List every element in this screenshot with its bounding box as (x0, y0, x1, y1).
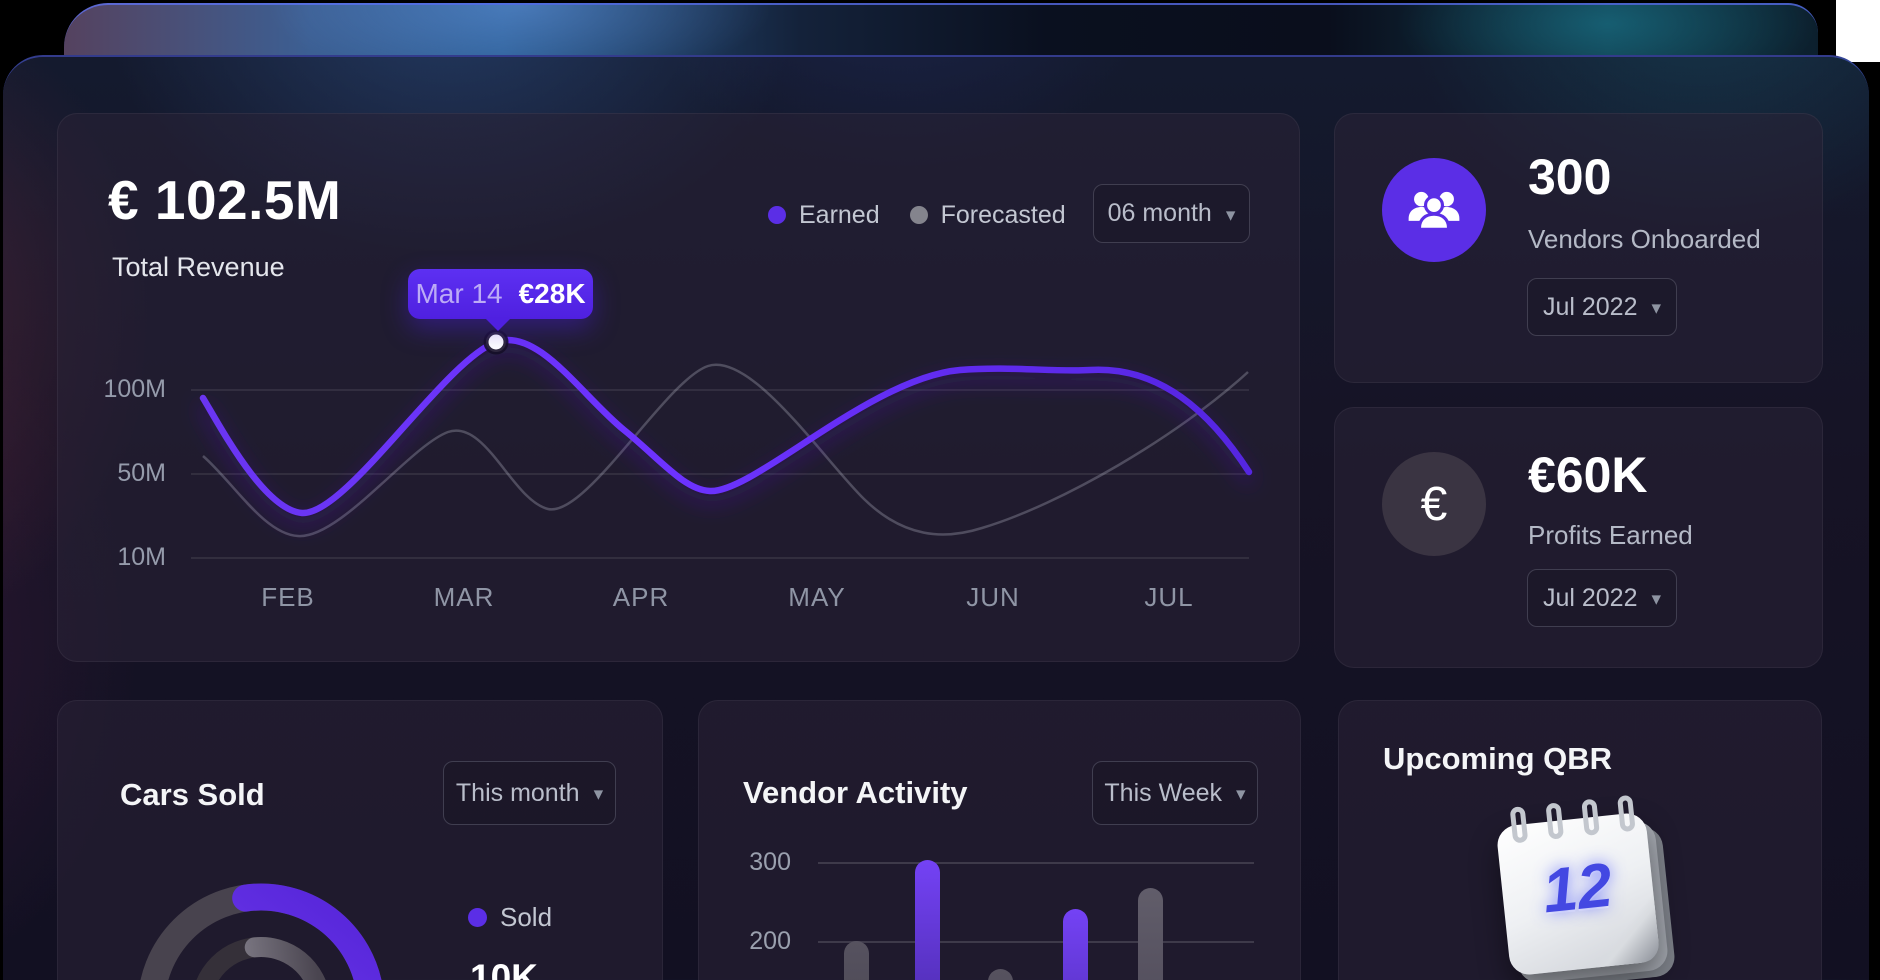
users-icon (1382, 158, 1486, 262)
calendar-spiral-ring-icon (1581, 799, 1600, 836)
vendor-activity-title: Vendor Activity (743, 775, 968, 811)
profits-earned-card: € €60K Profits Earned Jul 2022 ▾ (1334, 407, 1823, 668)
activity-gridline (818, 941, 1254, 943)
gridlines (191, 390, 1249, 558)
sold-legend-label: Sold (500, 902, 552, 933)
calendar-spiral-ring-icon (1545, 802, 1564, 839)
y-axis-tick: 10M (58, 543, 166, 572)
revenue-line-chart (58, 114, 1301, 663)
x-axis-label: APR (581, 582, 701, 613)
y-axis-tick: 100M (58, 375, 166, 404)
chevron-down-icon: ▾ (1651, 587, 1661, 609)
y-axis-tick: 50M (58, 459, 166, 488)
x-axis-label: JUN (933, 582, 1053, 613)
calendar-spiral-ring-icon (1617, 795, 1636, 832)
activity-bar (844, 941, 869, 980)
euro-icon: € (1382, 452, 1486, 556)
calendar-page-curl (1588, 895, 1661, 968)
profits-range-select[interactable]: Jul 2022 ▾ (1527, 569, 1677, 627)
cars-sold-donut-chart (58, 701, 663, 980)
euro-icon-glyph: € (1421, 477, 1448, 532)
calendar-illustration: 12 (1497, 797, 1697, 980)
vendors-range-value: Jul 2022 (1543, 293, 1638, 322)
activity-y-tick: 300 (699, 848, 791, 877)
chevron-down-icon: ▾ (1651, 296, 1661, 318)
sold-value: 10K (470, 957, 538, 980)
profits-amount: €60K (1528, 446, 1648, 504)
upcoming-qbr-title: Upcoming QBR (1383, 741, 1612, 777)
users-icon-glyph (1405, 181, 1463, 239)
vendors-onboarded-card: 300 Vendors Onboarded Jul 2022 ▾ (1334, 113, 1823, 383)
activity-bar (1063, 909, 1088, 980)
activity-bar (1138, 888, 1163, 980)
vendor-activity-card: Vendor Activity This Week ▾ 300 200 (698, 700, 1301, 980)
tooltip-value: €28K (519, 278, 586, 310)
x-axis-label: MAY (757, 582, 877, 613)
calendar-spiral-ring-icon (1510, 806, 1529, 843)
tooltip-date: Mar 14 (415, 278, 502, 310)
calendar-front-page: 12 (1496, 812, 1661, 977)
page-corner-background (1836, 0, 1880, 62)
x-axis-label: FEB (228, 582, 348, 613)
activity-range-value: This Week (1104, 779, 1222, 808)
profits-label: Profits Earned (1528, 520, 1693, 551)
x-axis-label: JUL (1109, 582, 1229, 613)
activity-bar (915, 860, 940, 980)
profits-range-value: Jul 2022 (1543, 584, 1638, 613)
active-point-dot[interactable] (486, 332, 506, 352)
activity-range-select[interactable]: This Week ▾ (1092, 761, 1258, 825)
dashboard-root: € 102.5M Total Revenue Earned Forecasted… (0, 0, 1880, 980)
activity-bar (988, 969, 1013, 980)
vendors-label: Vendors Onboarded (1528, 224, 1761, 255)
cars-sold-card: Cars Sold This month ▾ Sold 10K (57, 700, 663, 980)
x-axis-label: MAR (404, 582, 524, 613)
chart-tooltip: Mar 14 €28K (408, 269, 593, 319)
activity-y-tick: 200 (699, 927, 791, 956)
activity-gridline (818, 862, 1254, 864)
upcoming-qbr-card: Upcoming QBR 12 (1338, 700, 1822, 980)
vendors-count: 300 (1528, 148, 1611, 206)
total-revenue-card: € 102.5M Total Revenue Earned Forecasted… (57, 113, 1300, 662)
sold-legend-dot-icon (468, 908, 487, 927)
vendors-range-select[interactable]: Jul 2022 ▾ (1527, 278, 1677, 336)
chevron-down-icon: ▾ (1236, 782, 1246, 804)
